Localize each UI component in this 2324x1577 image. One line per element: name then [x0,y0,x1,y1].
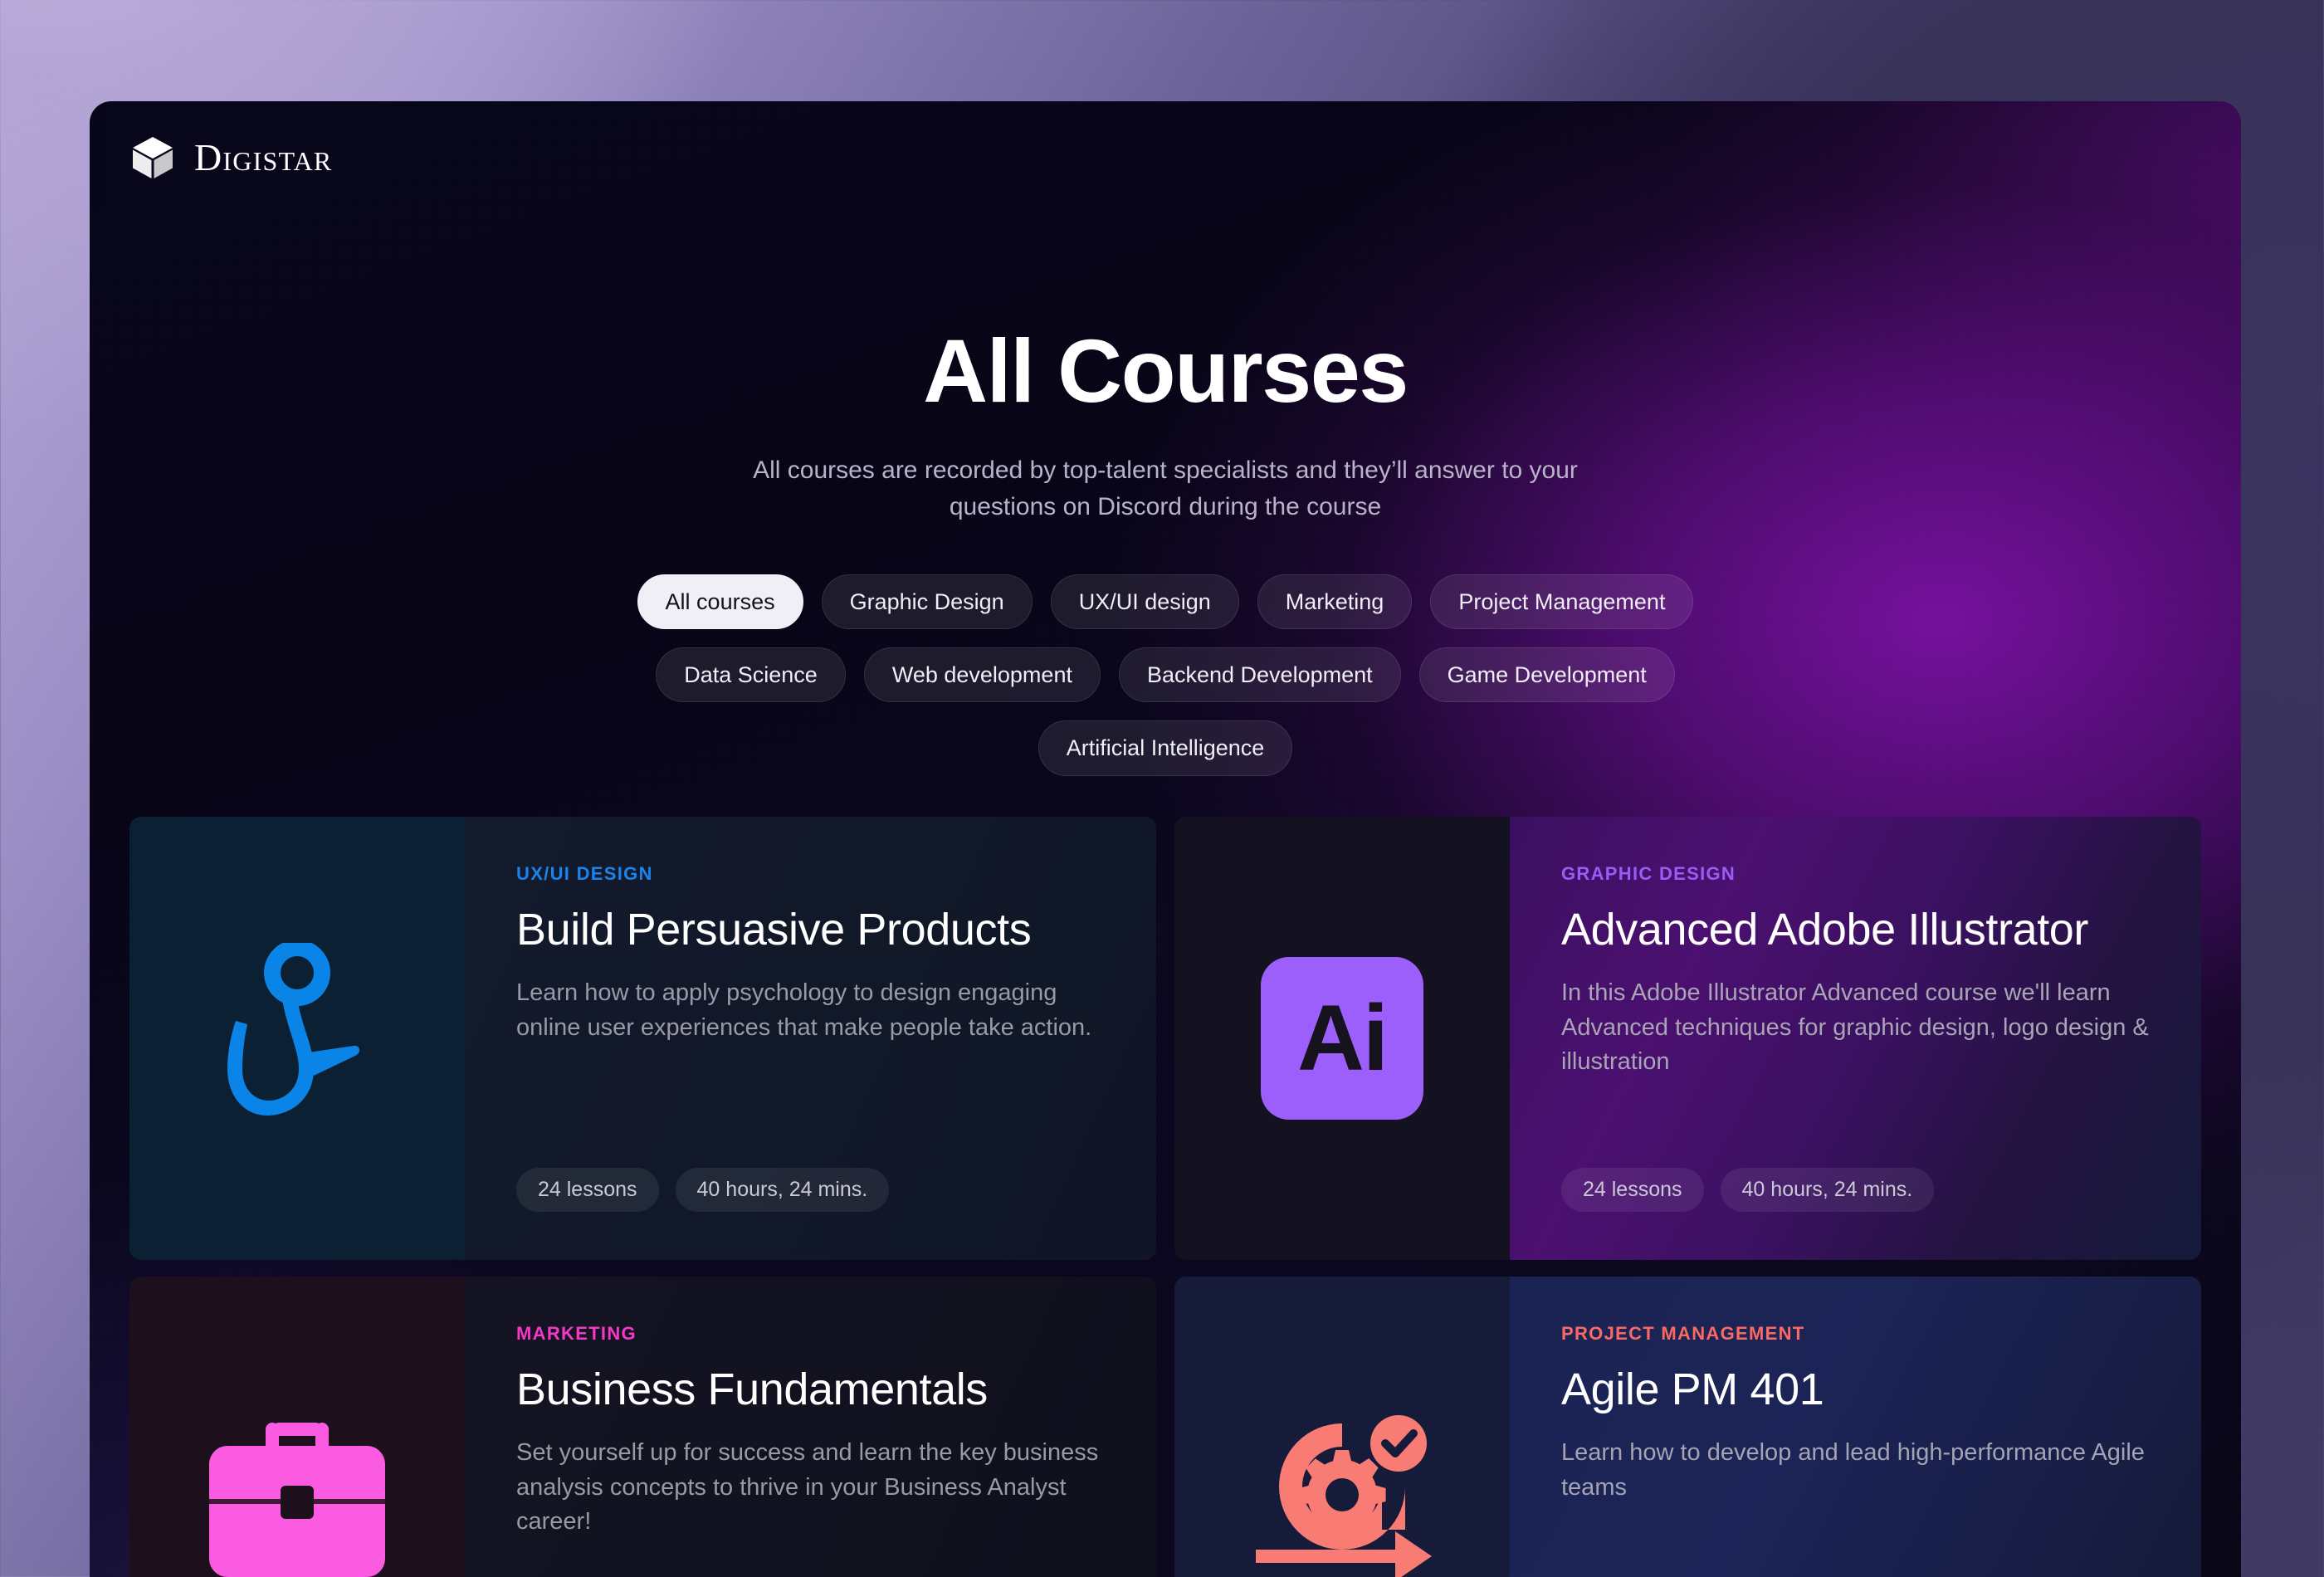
course-card[interactable]: PROJECT MANAGEMENT Agile PM 401 Learn how … [1174,1277,2201,1577]
course-meta: 24 lessons 40 hours, 24 mins. [1561,1168,1935,1212]
course-category: GRAPHIC DESIGN [1561,863,1736,884]
brand-name: Digistar [194,136,333,178]
course-lessons-badge: 24 lessons [516,1168,659,1212]
course-title: Business Fundamentals [516,1365,988,1414]
course-description: In this Adobe Illustrator Advanced cours… [1561,979,2149,1075]
course-card-body: PROJECT MANAGEMENT Agile PM 401 Learn how … [1510,1277,2201,1577]
filter-pill-web-development[interactable]: Web development [863,647,1101,703]
course-card[interactable]: MARKETING Business Fundamentals Set yourse… [129,1277,1156,1577]
app-window: Digistar All Courses All courses are rec… [90,101,2241,1577]
course-meta: 24 lessons 40 hours, 24 mins. [516,1168,890,1212]
course-duration-badge: 40 hours, 24 mins. [675,1168,890,1212]
cube-icon [129,134,176,181]
page-subtitle: All courses are recorded by top-talent s… [753,456,1578,521]
course-description: Set yourself up for success and learn th… [516,1439,1099,1535]
agile-cycle-gear-check-icon [1243,1407,1442,1577]
course-card-grid: UX/UI DESIGN Build Persuasive Products Lea… [129,817,2201,1577]
course-category: UX/UI DESIGN [516,863,653,884]
course-description: Learn how to develop and lead high-perfo… [1561,1439,2145,1501]
filter-pill-graphic-design[interactable]: Graphic Design [821,574,1033,629]
hero-section: All Courses All courses are recorded by … [90,101,2241,776]
adobe-illustrator-label: Ai [1297,986,1389,1090]
course-icon-panel [129,817,465,1260]
filter-pill-game-development[interactable]: Game Development [1418,647,1675,703]
adobe-illustrator-icon: Ai [1261,957,1423,1120]
filter-pill-artificial-intelligence[interactable]: Artificial Intelligence [1038,720,1293,776]
course-card-body: UX/UI DESIGN Build Persuasive Products Lea… [465,817,1156,1260]
page-title: All Courses [923,320,1409,421]
filter-pill-project-management[interactable]: Project Management [1430,574,1694,629]
course-icon-panel [129,1277,465,1577]
course-title: Advanced Adobe Illustrator [1561,905,2089,954]
course-icon-panel: Ai [1174,817,1510,1260]
course-description: Learn how to apply psychology to design … [516,979,1092,1041]
course-duration-badge: 40 hours, 24 mins. [1720,1168,1935,1212]
course-card[interactable]: Ai GRAPHIC DESIGN Advanced Adobe Illustrat… [1174,817,2201,1260]
course-card-body: MARKETING Business Fundamentals Set yourse… [465,1277,1156,1577]
course-category: PROJECT MANAGEMENT [1561,1323,1805,1344]
course-title: Agile PM 401 [1561,1365,1824,1414]
course-icon-panel [1174,1277,1510,1577]
course-category: MARKETING [516,1323,637,1344]
filter-pill-backend-development[interactable]: Backend Development [1118,647,1401,703]
filter-pill-marketing[interactable]: Marketing [1257,574,1413,629]
filter-pill-all-courses[interactable]: All courses [637,574,803,629]
category-filter-list: All courses Graphic Design UX/UI design Mar… [543,574,1788,776]
course-card[interactable]: UX/UI DESIGN Build Persuasive Products Lea… [129,817,1156,1260]
brand-logo[interactable]: Digistar [129,134,332,181]
briefcase-icon [199,1419,395,1577]
course-card-body: GRAPHIC DESIGN Advanced Adobe Illustrator… [1510,817,2201,1260]
filter-pill-data-science[interactable]: Data Science [656,647,846,703]
course-title: Build Persuasive Products [516,905,1032,954]
filter-pill-ux-ui-design[interactable]: UX/UI design [1050,574,1239,629]
fishing-hook-icon [214,943,380,1134]
course-lessons-badge: 24 lessons [1561,1168,1704,1212]
